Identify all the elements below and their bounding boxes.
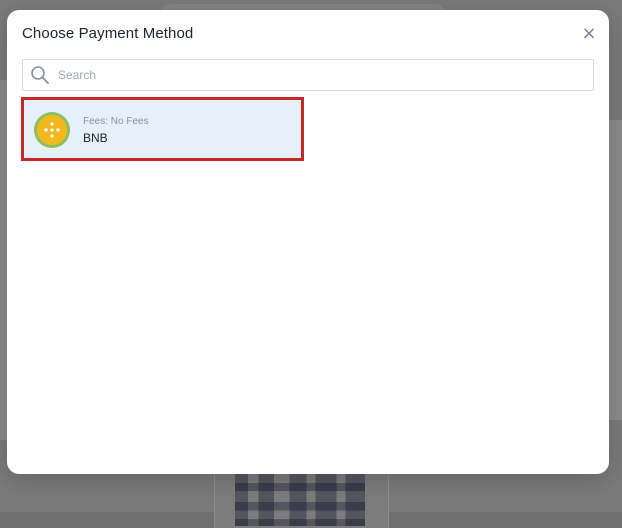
bnb-coin-icon bbox=[34, 112, 70, 148]
modal-title: Choose Payment Method bbox=[22, 25, 194, 42]
method-name: BNB bbox=[83, 131, 108, 145]
payment-method-modal: Choose Payment Method × Search Fees: No … bbox=[7, 10, 609, 474]
close-icon: × bbox=[581, 23, 597, 44]
background-right-panel bbox=[608, 120, 622, 420]
fees-label: Fees: No Fees bbox=[83, 116, 149, 127]
search-icon bbox=[29, 64, 51, 86]
search-input[interactable] bbox=[56, 61, 580, 89]
payment-method-item-bnb[interactable]: Fees: No Fees BNB bbox=[21, 97, 304, 161]
bnb-logo-icon bbox=[37, 115, 67, 145]
close-button[interactable]: × bbox=[579, 24, 599, 44]
background-qr-pattern bbox=[235, 466, 365, 526]
search-box bbox=[22, 59, 594, 91]
